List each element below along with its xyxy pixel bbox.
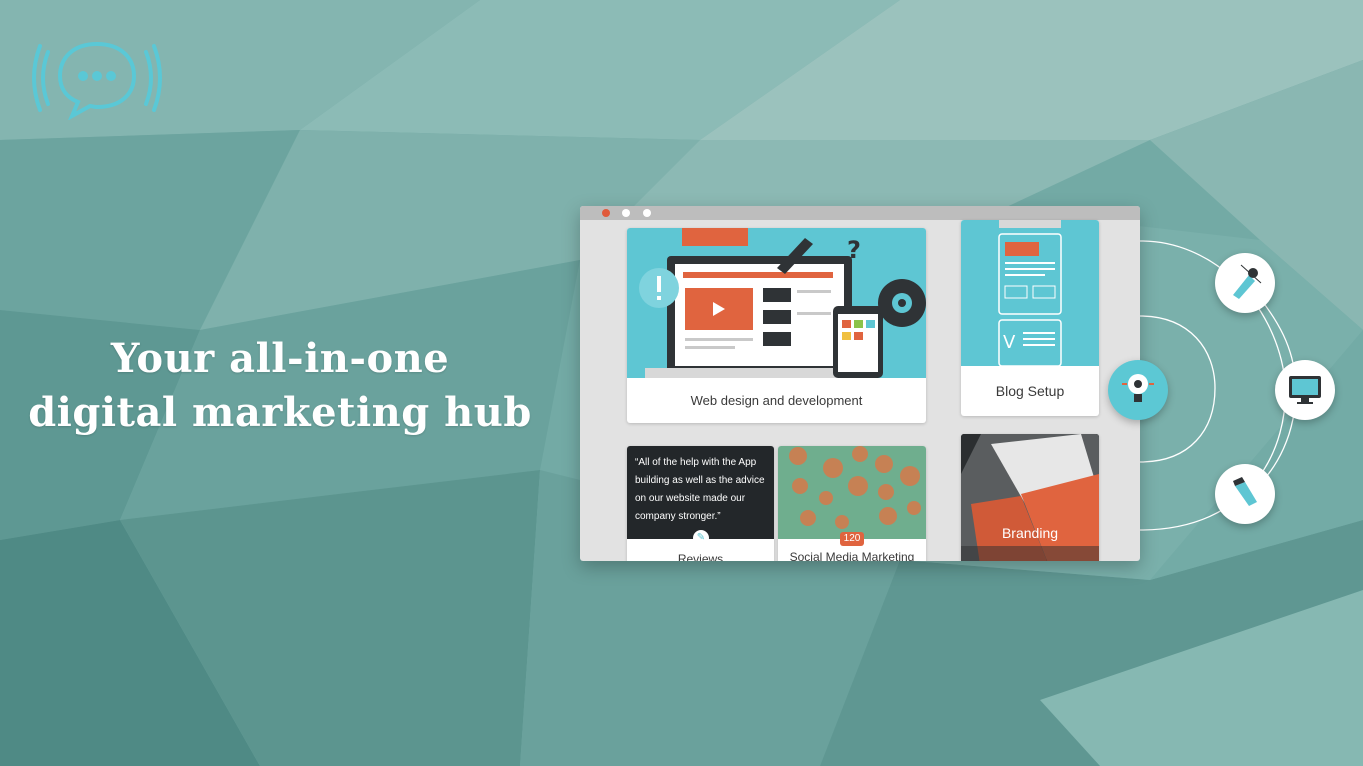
social-media-label: Social Media Marketing <box>789 550 915 561</box>
monitor-icon[interactable] <box>1275 360 1335 420</box>
hero-headline: Your all-in-one digital marketing hub <box>10 332 550 440</box>
pencil-icon[interactable] <box>1215 464 1275 524</box>
headline-line-2: digital marketing hub <box>28 389 532 436</box>
browser-title-bar <box>580 206 1140 220</box>
window-maximize-dot <box>643 209 651 217</box>
notification-count-badge: 120 <box>840 532 864 546</box>
svg-text:V: V <box>1003 332 1016 353</box>
review-quote: “All of the help with the App building a… <box>635 457 765 522</box>
web-design-label: Web design and development <box>690 393 863 408</box>
pen-tool-icon[interactable] <box>1215 253 1275 313</box>
reviews-quote-panel: “All of the help with the App building a… <box>627 446 774 539</box>
social-icons-illustration <box>778 446 926 539</box>
blog-setup-card[interactable]: V Blog Setup <box>961 220 1099 416</box>
window-close-dot <box>602 209 610 217</box>
branding-illustration <box>961 434 1099 561</box>
blog-setup-label: Blog Setup <box>995 383 1065 399</box>
svg-text:?: ? <box>847 236 861 264</box>
reviews-card[interactable]: “All of the help with the App building a… <box>627 446 774 561</box>
headline-line-1: Your all-in-one <box>110 335 450 382</box>
chat-bubble-broadcast-icon <box>32 41 162 120</box>
reviews-label: Reviews <box>677 552 724 561</box>
feather-icon: ✎ <box>693 530 709 546</box>
web-design-illustration: ? <box>627 228 926 378</box>
browser-mockup: ? Web design and development V Blog Setu… <box>580 206 1140 561</box>
branding-card[interactable]: Branding <box>961 434 1099 561</box>
blog-illustration: V <box>961 220 1099 366</box>
social-media-card[interactable]: 120 Social Media Marketing <box>778 446 926 561</box>
lightbulb-gear-icon[interactable] <box>1108 360 1168 420</box>
web-design-card[interactable]: ? Web design and development <box>627 228 926 423</box>
branding-label: Branding <box>1001 525 1059 541</box>
window-minimize-dot <box>622 209 630 217</box>
